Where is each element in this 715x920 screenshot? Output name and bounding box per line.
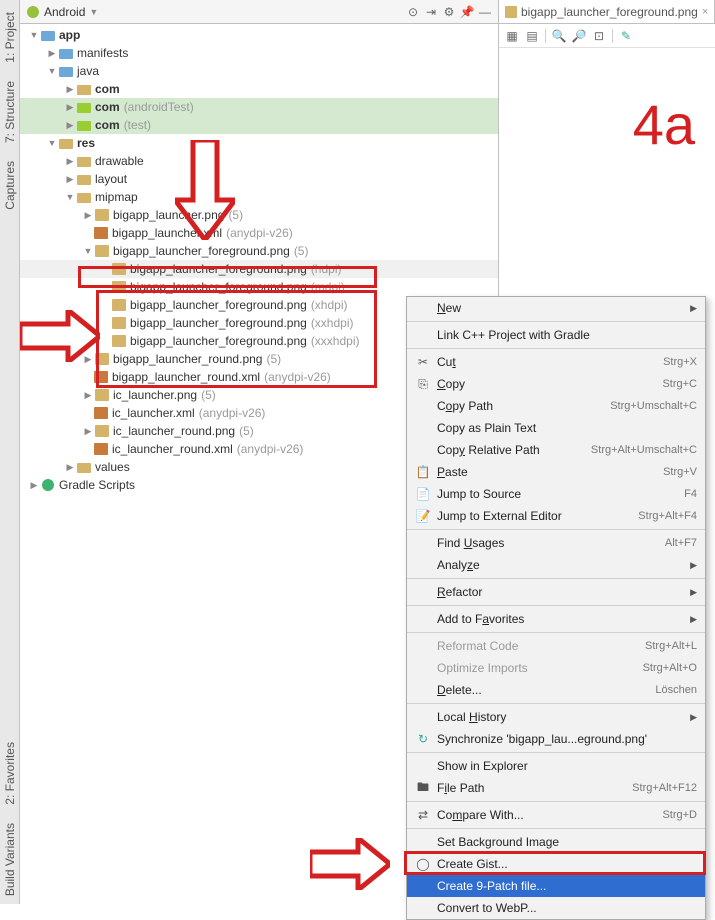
- menu-optimize: Optimize ImportsStrg+Alt+O: [407, 657, 705, 679]
- menu-jump-source[interactable]: 📄Jump to SourceF4: [407, 483, 705, 505]
- collapse-icon[interactable]: ⇥: [424, 5, 438, 19]
- menu-delete[interactable]: Delete...Löschen: [407, 679, 705, 701]
- menu-paste[interactable]: 📋PasteStrg+V: [407, 461, 705, 483]
- tree-node-manifests[interactable]: ▶manifests: [20, 44, 498, 62]
- zoom-in-icon[interactable]: 🔍: [552, 29, 566, 43]
- external-icon: 📝: [415, 508, 431, 524]
- editor-tabs: bigapp_launcher_foreground.png ×: [499, 0, 715, 24]
- zoom-fit-icon[interactable]: ⊡: [592, 29, 606, 43]
- project-view-label[interactable]: Android: [44, 5, 85, 19]
- copy-icon: ⎘: [415, 376, 431, 392]
- tree-node-mipmap[interactable]: ▼mipmap: [20, 188, 498, 206]
- menu-copy-path[interactable]: Copy PathStrg+Umschalt+C: [407, 395, 705, 417]
- settings-icon[interactable]: ⊙: [406, 5, 420, 19]
- menu-local-history[interactable]: Local History▶: [407, 706, 705, 728]
- compare-icon: ⇄: [415, 807, 431, 823]
- close-tab-icon[interactable]: ×: [702, 6, 708, 18]
- side-tab-bar: 1: Project 7: Structure Captures 2: Favo…: [0, 0, 20, 904]
- menu-find-usages[interactable]: Find UsagesAlt+F7: [407, 532, 705, 554]
- tab-favorites[interactable]: 2: Favorites: [1, 734, 19, 813]
- tree-node-com3[interactable]: ▶com(test): [20, 116, 498, 134]
- menu-set-bg[interactable]: Set Background Image: [407, 831, 705, 853]
- file-path-icon: 🖿: [415, 780, 431, 796]
- menu-synchronize[interactable]: ↻Synchronize 'bigapp_lau...eground.png': [407, 728, 705, 750]
- android-icon: [26, 5, 40, 19]
- hide-icon[interactable]: —: [478, 5, 492, 19]
- paste-icon: 📋: [415, 464, 431, 480]
- menu-show-explorer[interactable]: Show in Explorer: [407, 755, 705, 777]
- pin-icon[interactable]: 📌: [460, 5, 474, 19]
- tab-structure[interactable]: 7: Structure: [1, 73, 19, 151]
- tab-build-variants[interactable]: Build Variants: [1, 815, 19, 904]
- tree-node-bigapp-launcher-xml[interactable]: bigapp_launcher.xml(anydpi-v26): [20, 224, 498, 242]
- menu-file-path[interactable]: 🖿File PathStrg+Alt+F12: [407, 777, 705, 799]
- menu-new[interactable]: New▶: [407, 297, 705, 319]
- menu-convert-webp[interactable]: Convert to WebP...: [407, 897, 705, 919]
- menu-analyze[interactable]: Analyze▶: [407, 554, 705, 576]
- eyedropper-icon[interactable]: ✎: [619, 29, 633, 43]
- tree-node-bigapp-fg-mdpi[interactable]: bigapp_launcher_foreground.png(mdpi): [20, 278, 498, 296]
- tree-node-res[interactable]: ▼res: [20, 134, 498, 152]
- grid-icon[interactable]: ▤: [525, 29, 539, 43]
- context-menu: New▶ Link C++ Project with Gradle ✂CutSt…: [406, 296, 706, 920]
- sync-icon: ↻: [415, 731, 431, 747]
- menu-link-cpp[interactable]: Link C++ Project with Gradle: [407, 324, 705, 346]
- menu-refactor[interactable]: Refactor▶: [407, 581, 705, 603]
- menu-copy-relative[interactable]: Copy Relative PathStrg+Alt+Umschalt+C: [407, 439, 705, 461]
- zoom-out-icon[interactable]: 🔎: [572, 29, 586, 43]
- tree-node-com1[interactable]: ▶com: [20, 80, 498, 98]
- jump-icon: 📄: [415, 486, 431, 502]
- menu-copy[interactable]: ⎘CopyStrg+C: [407, 373, 705, 395]
- tree-node-com2[interactable]: ▶com(androidTest): [20, 98, 498, 116]
- tab-captures[interactable]: Captures: [1, 153, 19, 218]
- tree-node-bigapp-launcher[interactable]: ▶bigapp_launcher.png(5): [20, 206, 498, 224]
- tab-project[interactable]: 1: Project: [1, 4, 19, 71]
- tree-node-layout[interactable]: ▶layout: [20, 170, 498, 188]
- menu-jump-external[interactable]: 📝Jump to External EditorStrg+Alt+F4: [407, 505, 705, 527]
- editor-toolbar: ▦ ▤ 🔍 🔎 ⊡ ✎: [499, 24, 715, 48]
- image-file-icon: [505, 6, 517, 18]
- github-icon: ◯: [415, 856, 431, 872]
- tree-node-java[interactable]: ▼java: [20, 62, 498, 80]
- tree-node-drawable[interactable]: ▶drawable: [20, 152, 498, 170]
- scissors-icon: ✂: [415, 354, 431, 370]
- gear-icon[interactable]: ⚙: [442, 5, 456, 19]
- menu-create-gist[interactable]: ◯Create Gist...: [407, 853, 705, 875]
- checkered-bg-icon[interactable]: ▦: [505, 29, 519, 43]
- menu-add-favorites[interactable]: Add to Favorites▶: [407, 608, 705, 630]
- project-header: Android ▼ ⊙ ⇥ ⚙ 📌 —: [20, 0, 498, 24]
- tree-node-bigapp-fg[interactable]: ▼bigapp_launcher_foreground.png(5): [20, 242, 498, 260]
- editor-tab-current[interactable]: bigapp_launcher_foreground.png ×: [499, 0, 715, 23]
- menu-compare[interactable]: ⇄Compare With...Strg+D: [407, 804, 705, 826]
- menu-reformat: Reformat CodeStrg+Alt+L: [407, 635, 705, 657]
- tree-node-bigapp-fg-hdpi[interactable]: bigapp_launcher_foreground.png(hdpi): [20, 260, 498, 278]
- menu-cut[interactable]: ✂CutStrg+X: [407, 351, 705, 373]
- annotation-label: 4a: [633, 92, 695, 157]
- menu-copy-plain[interactable]: Copy as Plain Text: [407, 417, 705, 439]
- tree-node-app[interactable]: ▼app: [20, 26, 498, 44]
- menu-create-9patch[interactable]: Create 9-Patch file...: [407, 875, 705, 897]
